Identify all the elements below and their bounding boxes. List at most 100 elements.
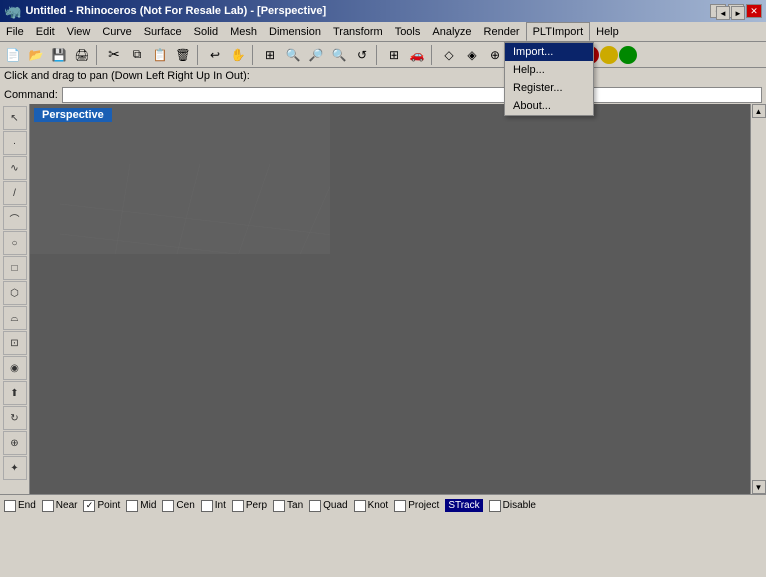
snap-disable-checkbox[interactable] xyxy=(489,500,501,512)
viewport-canvas xyxy=(30,104,330,254)
plt-dropdown: Import... Help... Register... About... xyxy=(504,42,594,116)
zoom-in-button[interactable]: 🔎 xyxy=(305,44,327,66)
snap-end-checkbox[interactable] xyxy=(4,500,16,512)
scroll-down[interactable]: ▼ xyxy=(752,480,766,494)
scroll-left[interactable]: ◄ xyxy=(716,6,730,20)
title-bar: 🦏 Untitled - Rhinoceros (Not For Resale … xyxy=(0,0,766,22)
snap-cen-checkbox[interactable] xyxy=(162,500,174,512)
save-button[interactable]: 💾 xyxy=(48,44,70,66)
car-button[interactable]: 🚗 xyxy=(406,44,428,66)
cut-button[interactable]: ✂ xyxy=(103,44,125,66)
snap-tan-checkbox[interactable] xyxy=(273,500,285,512)
menu-about[interactable]: About... xyxy=(505,97,593,115)
snap-end[interactable]: End xyxy=(4,500,36,512)
scroll-right[interactable]: ► xyxy=(731,6,745,20)
menu-bar: File Edit View Curve Surface Solid Mesh … xyxy=(0,22,766,42)
snap-quad-label: Quad xyxy=(323,500,347,511)
snap-strack-label: STrack xyxy=(445,499,482,512)
menu-transform[interactable]: Transform xyxy=(327,22,389,41)
undo-button[interactable]: ↩ xyxy=(204,44,226,66)
snap-disable[interactable]: Disable xyxy=(489,500,536,512)
zoom-win-button[interactable]: 🔍 xyxy=(282,44,304,66)
left-extrude[interactable]: ⬆ xyxy=(3,381,27,405)
left-rect[interactable]: □ xyxy=(3,256,27,280)
scroll-up[interactable]: ▲ xyxy=(752,104,766,118)
snap3-button[interactable]: ⊕ xyxy=(484,44,506,66)
copy-button[interactable]: ⧉ xyxy=(126,44,148,66)
snap-perp[interactable]: Perp xyxy=(232,500,267,512)
menu-view[interactable]: View xyxy=(61,22,97,41)
menu-pltimport[interactable]: PLTImport xyxy=(526,22,591,41)
left-surface[interactable]: ⊡ xyxy=(3,331,27,355)
snap-int[interactable]: Int xyxy=(201,500,226,512)
snap-quad[interactable]: Quad xyxy=(309,500,347,512)
snap-project[interactable]: Project xyxy=(394,500,439,512)
snap-disable-label: Disable xyxy=(503,500,536,511)
pan-button[interactable]: ✋ xyxy=(227,44,249,66)
open-button[interactable]: 📂 xyxy=(25,44,47,66)
left-revolve[interactable]: ↻ xyxy=(3,406,27,430)
snap-project-checkbox[interactable] xyxy=(394,500,406,512)
zoom-out-button[interactable]: 🔍 xyxy=(328,44,350,66)
toolbar-sep-3 xyxy=(252,45,256,65)
print-button[interactable]: 🖨 xyxy=(71,44,93,66)
snap-knot-checkbox[interactable] xyxy=(354,500,366,512)
left-line[interactable]: / xyxy=(3,181,27,205)
menu-surface[interactable]: Surface xyxy=(138,22,188,41)
new-button[interactable]: 📄 xyxy=(2,44,24,66)
zoom-ext-button[interactable]: ⊞ xyxy=(259,44,281,66)
menu-dimension[interactable]: Dimension xyxy=(263,22,327,41)
viewport-label: Perspective xyxy=(34,108,112,122)
menu-edit[interactable]: Edit xyxy=(30,22,61,41)
left-fillet[interactable]: ⌓ xyxy=(3,306,27,330)
left-select[interactable]: ↖ xyxy=(3,106,27,130)
snap-tan[interactable]: Tan xyxy=(273,500,303,512)
snap-point-checkbox[interactable] xyxy=(83,500,95,512)
snap-perp-checkbox[interactable] xyxy=(232,500,244,512)
menu-render[interactable]: Render xyxy=(478,22,526,41)
snap-mid-checkbox[interactable] xyxy=(126,500,138,512)
snap-strack[interactable]: STrack xyxy=(445,499,482,512)
snap-near-checkbox[interactable] xyxy=(42,500,54,512)
snap-near[interactable]: Near xyxy=(42,500,78,512)
menu-help[interactable]: Help xyxy=(590,22,625,41)
left-boolean[interactable]: ⊕ xyxy=(3,431,27,455)
snap-end-label: End xyxy=(18,500,36,511)
left-poly[interactable]: ⬡ xyxy=(3,281,27,305)
menu-analyze[interactable]: Analyze xyxy=(426,22,477,41)
left-curve[interactable]: ∿ xyxy=(3,156,27,180)
menu-file[interactable]: File xyxy=(0,22,30,41)
menu-import[interactable]: Import... xyxy=(505,43,593,61)
viewport-4-button[interactable]: ⊞ xyxy=(383,44,405,66)
menu-register[interactable]: Register... xyxy=(505,79,593,97)
snap1-button[interactable]: ◇ xyxy=(438,44,460,66)
snap-perp-label: Perp xyxy=(246,500,267,511)
command-input[interactable] xyxy=(62,87,762,103)
snap-quad-checkbox[interactable] xyxy=(309,500,321,512)
menu-plt-help[interactable]: Help... xyxy=(505,61,593,79)
app-icon: 🦏 xyxy=(4,3,21,20)
snap-knot[interactable]: Knot xyxy=(354,500,389,512)
viewport[interactable]: Perspective xyxy=(30,104,750,494)
snap-int-label: Int xyxy=(215,500,226,511)
menu-mesh[interactable]: Mesh xyxy=(224,22,263,41)
snap-cen[interactable]: Cen xyxy=(162,500,194,512)
color4-button[interactable] xyxy=(619,46,637,64)
left-arc[interactable]: ⌒ xyxy=(3,206,27,230)
rotate-button[interactable]: ↺ xyxy=(351,44,373,66)
menu-curve[interactable]: Curve xyxy=(96,22,137,41)
menu-tools[interactable]: Tools xyxy=(389,22,427,41)
menu-solid[interactable]: Solid xyxy=(188,22,224,41)
snap2-button[interactable]: ◈ xyxy=(461,44,483,66)
snap-mid[interactable]: Mid xyxy=(126,500,156,512)
snap-point[interactable]: Point xyxy=(83,500,120,512)
snap-int-checkbox[interactable] xyxy=(201,500,213,512)
left-circle[interactable]: ○ xyxy=(3,231,27,255)
left-sphere[interactable]: ◉ xyxy=(3,356,27,380)
delete-button[interactable]: 🗑 xyxy=(172,44,194,66)
snap-knot-label: Knot xyxy=(368,500,389,511)
color3-button[interactable] xyxy=(600,46,618,64)
left-move[interactable]: ✦ xyxy=(3,456,27,480)
paste-button[interactable]: 📋 xyxy=(149,44,171,66)
left-point[interactable]: · xyxy=(3,131,27,155)
